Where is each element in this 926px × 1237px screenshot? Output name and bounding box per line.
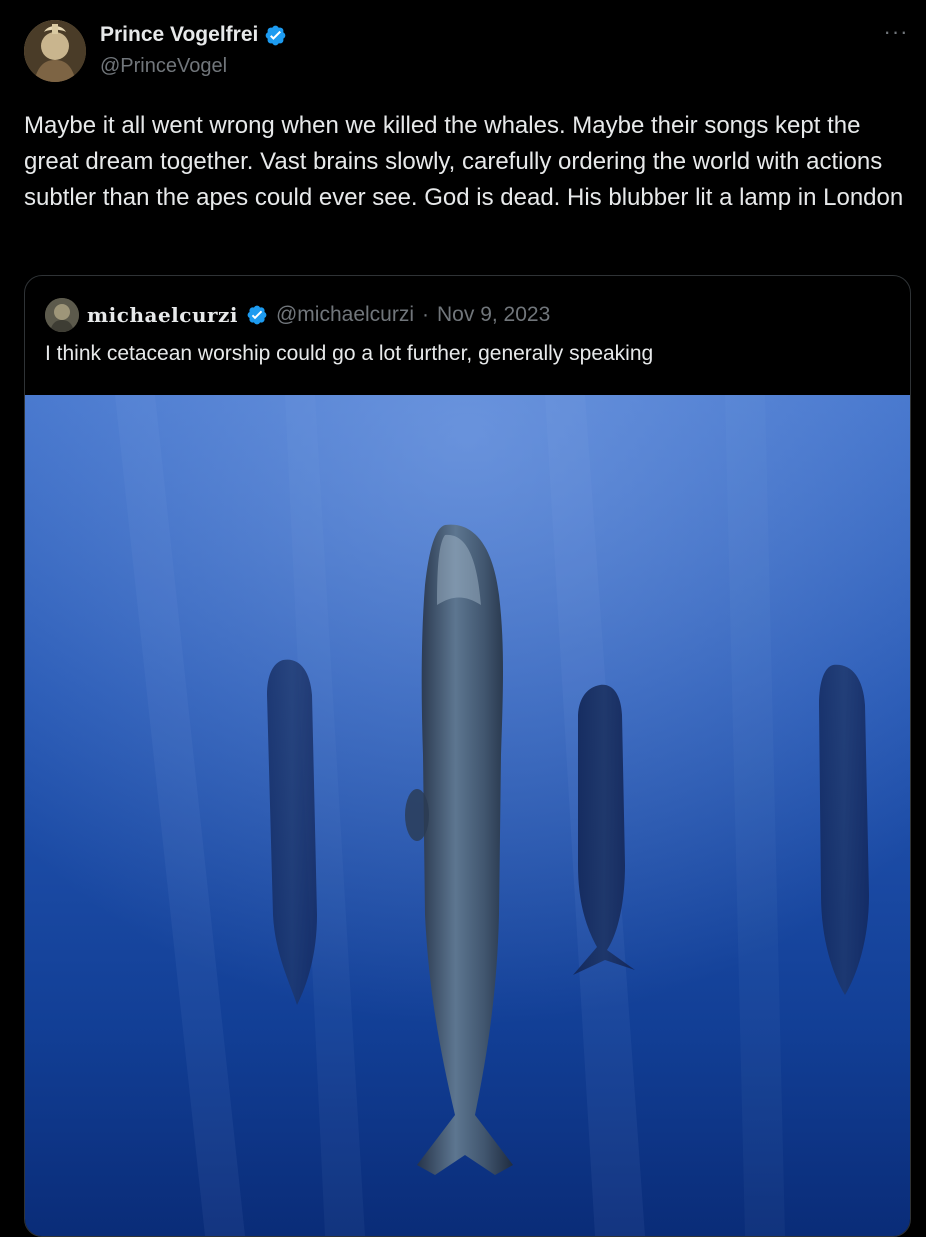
author-avatar[interactable] bbox=[24, 20, 86, 82]
quoted-post[interactable]: michaelcurzi @michaelcurzi · Nov 9, 2023… bbox=[24, 275, 911, 1237]
verified-badge-icon bbox=[264, 24, 287, 47]
quoted-author-avatar bbox=[45, 298, 79, 332]
quoted-post-media[interactable] bbox=[25, 395, 910, 1236]
post: Prince Vogelfrei @PrinceVogel ··· Maybe … bbox=[0, 0, 926, 1237]
author-name[interactable]: Prince Vogelfrei bbox=[100, 23, 287, 47]
author-name-text[interactable]: Prince Vogelfrei bbox=[100, 23, 258, 47]
author-handle[interactable]: @PrinceVogel bbox=[100, 55, 227, 78]
quoted-post-header: michaelcurzi @michaelcurzi · Nov 9, 2023 bbox=[45, 297, 550, 333]
quoted-author-name: michaelcurzi bbox=[87, 303, 238, 327]
more-horizontal-icon[interactable]: ··· bbox=[882, 21, 910, 44]
whale-far-right bbox=[819, 664, 869, 995]
quoted-post-date: Nov 9, 2023 bbox=[437, 303, 551, 326]
quoted-author-handle: @michaelcurzi bbox=[275, 303, 415, 326]
quoted-post-text: I think cetacean worship could go a lot … bbox=[45, 342, 654, 365]
post-text: Maybe it all went wrong when we killed t… bbox=[24, 112, 904, 211]
quoted-separator: · bbox=[422, 303, 430, 326]
verified-badge-icon bbox=[246, 304, 268, 326]
